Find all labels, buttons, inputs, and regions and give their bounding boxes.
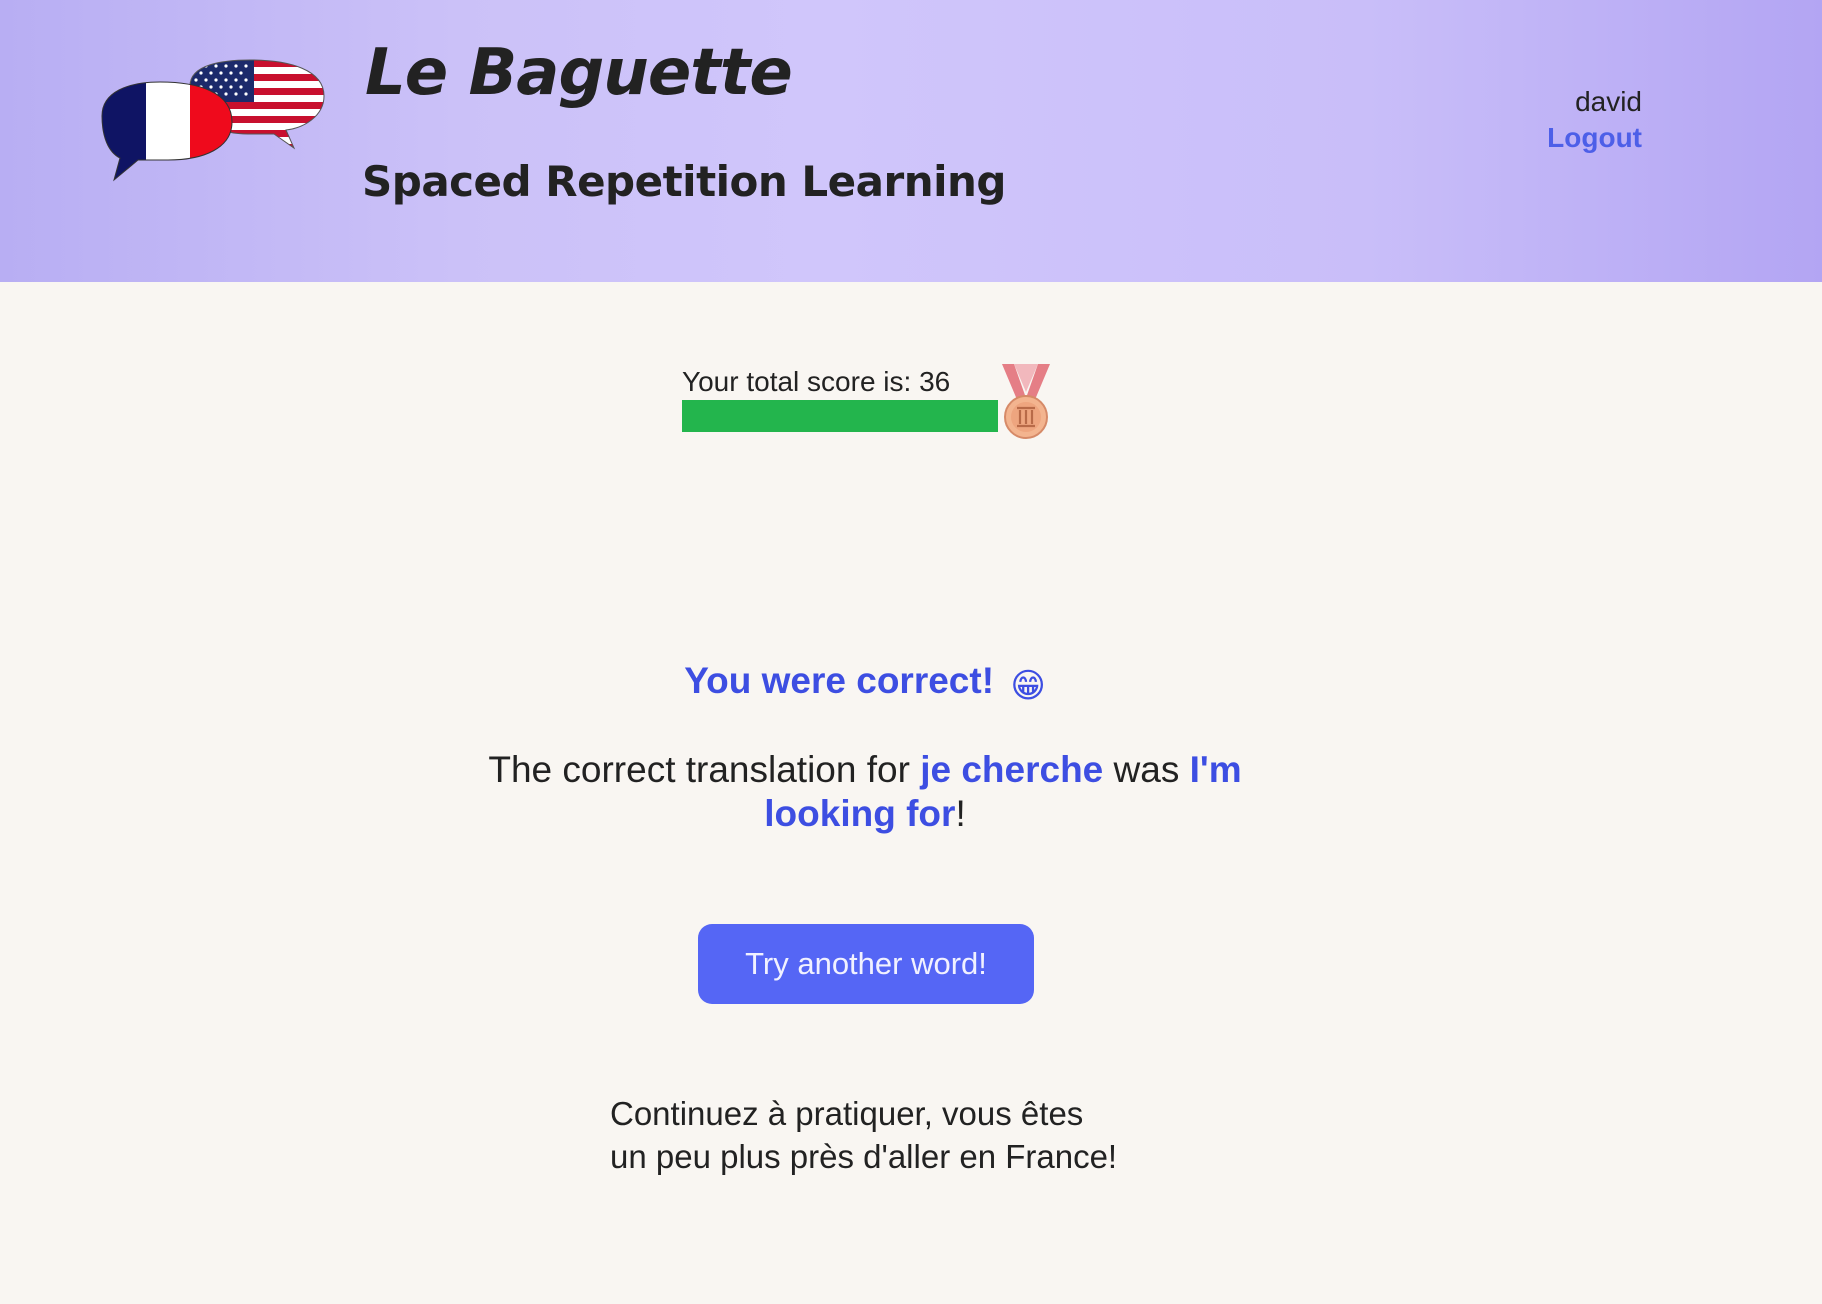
- feedback-heading-text: You were correct!: [684, 660, 995, 701]
- app-header: Le Baguette Spaced Repetition Learning d…: [0, 0, 1822, 282]
- app-title: Le Baguette: [365, 36, 793, 110]
- translation-prefix: The correct translation for: [488, 749, 910, 790]
- app-subtitle: Spaced Repetition Learning: [362, 157, 1007, 206]
- translation-middle: was: [1113, 749, 1180, 790]
- feedback-heading: You were correct! 😁: [0, 660, 1730, 706]
- translation-feedback: The correct translation for je cherche w…: [480, 748, 1250, 836]
- third-place-medal-icon: [1002, 364, 1050, 439]
- score-label: Your total score is: 36: [682, 366, 951, 397]
- logout-link[interactable]: Logout: [1547, 120, 1642, 156]
- encouragement-message: Continuez à pratiquer, vous êtes un peu …: [610, 1092, 1117, 1178]
- score-progress-fill: [682, 400, 998, 432]
- username: david: [1575, 86, 1642, 117]
- user-menu: david Logout: [1547, 84, 1642, 156]
- french-american-speech-bubbles-logo-icon: [101, 59, 325, 182]
- try-another-word-button[interactable]: Try another word!: [698, 924, 1034, 1004]
- encouragement-line-1: Continuez à pratiquer, vous êtes: [610, 1095, 1084, 1132]
- french-word: je cherche: [920, 749, 1104, 790]
- translation-suffix: !: [955, 793, 966, 834]
- encouragement-line-2: un peu plus près d'aller en France!: [610, 1138, 1118, 1175]
- grinning-face-icon: 😁: [1010, 667, 1046, 705]
- score-progress-bar: [682, 400, 998, 432]
